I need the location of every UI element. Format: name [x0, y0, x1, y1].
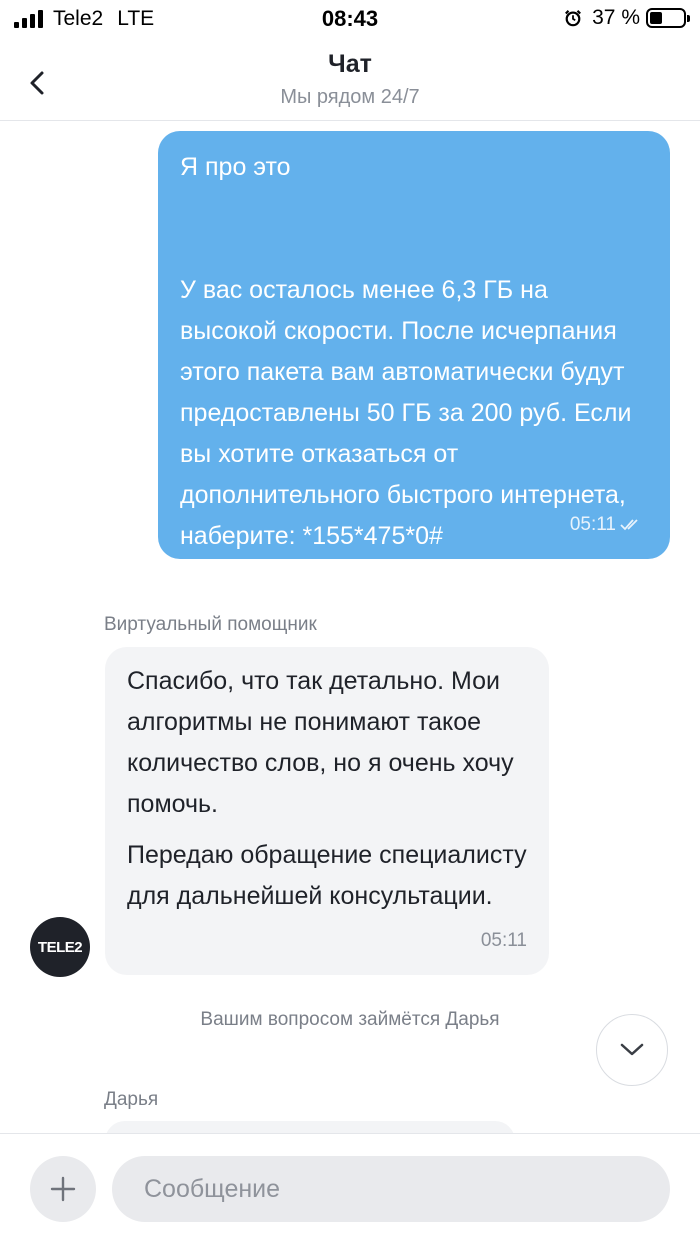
chevron-down-icon [620, 1043, 644, 1056]
outgoing-message-meta: 05:11 [570, 504, 642, 545]
plus-icon [50, 1176, 76, 1202]
attach-button[interactable] [30, 1156, 96, 1222]
system-note: Вашим вопросом займётся Дарья [200, 1009, 500, 1030]
incoming-message-time: 05:11 [480, 930, 527, 951]
incoming-message-paragraph: Спасибо, что так детально. Мои алгоритмы… [127, 667, 514, 818]
alarm-clock-icon [565, 10, 582, 27]
message-composer [0, 1133, 700, 1246]
scroll-down-button[interactable] [596, 1014, 668, 1086]
incoming-message-paragraph: Передаю обращение специалисту для дальне… [127, 841, 527, 910]
page-title: Чат [328, 50, 372, 78]
incoming-message[interactable] [105, 1121, 515, 1133]
outgoing-message-time: 05:11 [569, 514, 616, 535]
bot-sender-name: Виртуальный помощник [104, 614, 317, 635]
avatar: TELE2 [30, 917, 90, 977]
chat-header: Чат Мы рядом 24/7 [0, 40, 700, 121]
status-bar: Tele2 LTE 08:43 37 % [0, 0, 700, 40]
double-check-icon [620, 518, 638, 530]
outgoing-message-line: Я про это [180, 153, 291, 181]
status-right: 37 % [564, 6, 690, 30]
tele2-logo: TELE2 [37, 938, 83, 956]
chat-thread[interactable]: Я про это У вас осталось менее 6,3 ГБ на… [0, 121, 700, 1133]
outgoing-message[interactable]: Я про это У вас осталось менее 6,3 ГБ на… [158, 131, 670, 559]
agent-sender-name: Дарья [104, 1089, 159, 1110]
battery-percentage: 37 % [592, 6, 640, 29]
battery-icon [646, 8, 690, 28]
page-subtitle: Мы рядом 24/7 [280, 86, 420, 108]
message-input[interactable] [112, 1156, 670, 1222]
incoming-message[interactable]: Спасибо, что так детально. Мои алгоритмы… [105, 647, 549, 975]
